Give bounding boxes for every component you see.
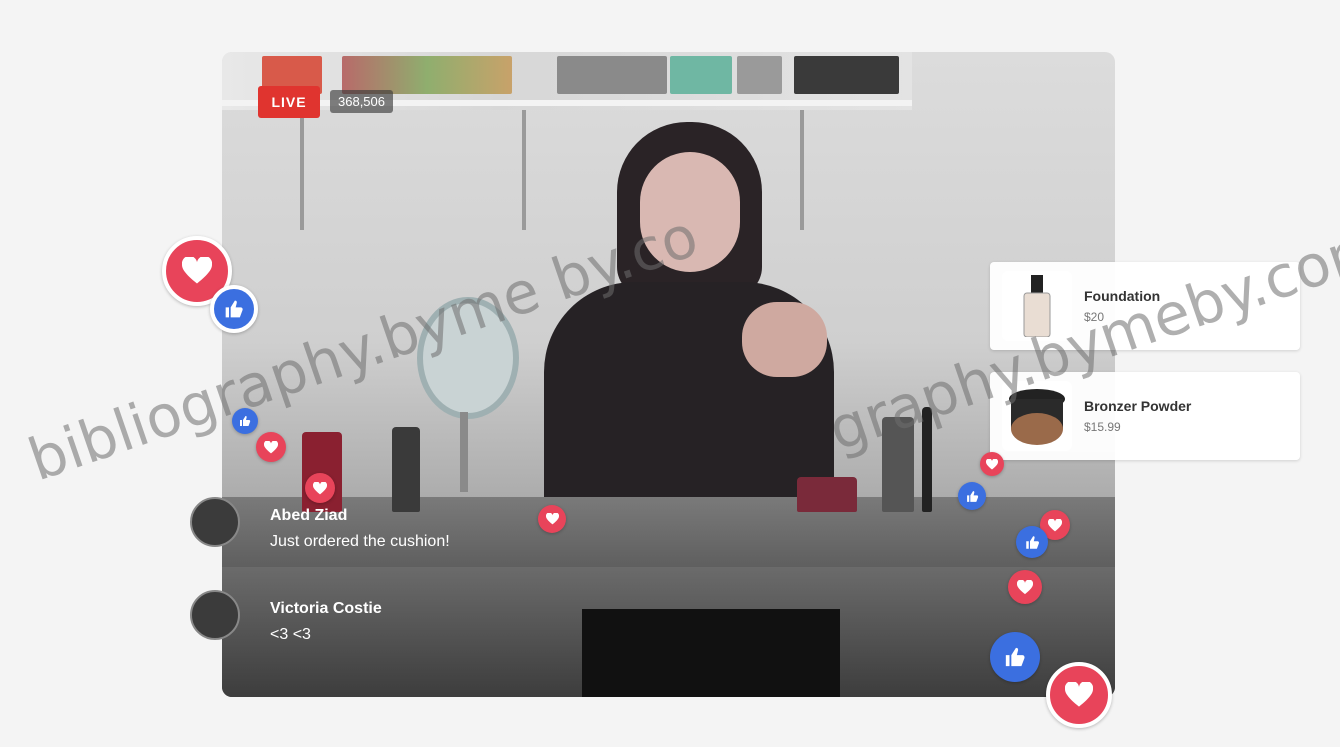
shelf-bracket xyxy=(800,110,804,230)
heart-reaction-icon xyxy=(538,505,566,533)
viewer-count-badge: 368,506 xyxy=(330,90,393,113)
product-name: Bronzer Powder xyxy=(1084,398,1192,414)
shelf-item xyxy=(794,56,899,94)
like-reaction-icon xyxy=(210,285,258,333)
like-reaction-icon xyxy=(958,482,986,510)
shelf-item xyxy=(670,56,732,94)
shelf-bracket xyxy=(522,110,526,230)
avatar[interactable] xyxy=(190,590,240,640)
mirror-stand xyxy=(460,412,468,492)
product-price: $15.99 xyxy=(1084,420,1121,434)
live-label: LIVE xyxy=(271,94,307,110)
comment-author[interactable]: Victoria Costie xyxy=(270,600,382,618)
like-reaction-icon xyxy=(990,632,1040,682)
comment-item: Victoria Costie <3 <3 xyxy=(190,590,382,644)
comment-author[interactable]: Abed Ziad xyxy=(270,507,450,525)
black-panel xyxy=(582,609,840,697)
heart-reaction-icon xyxy=(1008,570,1042,604)
shelf-edge xyxy=(222,100,912,106)
like-reaction-icon xyxy=(1016,526,1048,558)
comment-text: <3 <3 xyxy=(270,626,311,643)
shelf-item xyxy=(737,56,782,94)
comment-item: Abed Ziad Just ordered the cushion! xyxy=(190,497,450,551)
shelf-bracket xyxy=(300,110,304,230)
heart-reaction-icon xyxy=(305,473,335,503)
presenter-hand xyxy=(742,302,827,377)
comment-text: Just ordered the cushion! xyxy=(270,533,450,550)
live-badge: LIVE xyxy=(258,86,320,118)
avatar[interactable] xyxy=(190,497,240,547)
cosmetic-case xyxy=(797,477,857,512)
heart-reaction-button[interactable] xyxy=(1046,662,1112,728)
shelf-item xyxy=(342,56,512,94)
heart-reaction-icon xyxy=(980,452,1004,476)
shelf-item xyxy=(557,56,667,94)
heart-reaction-icon xyxy=(256,432,286,462)
